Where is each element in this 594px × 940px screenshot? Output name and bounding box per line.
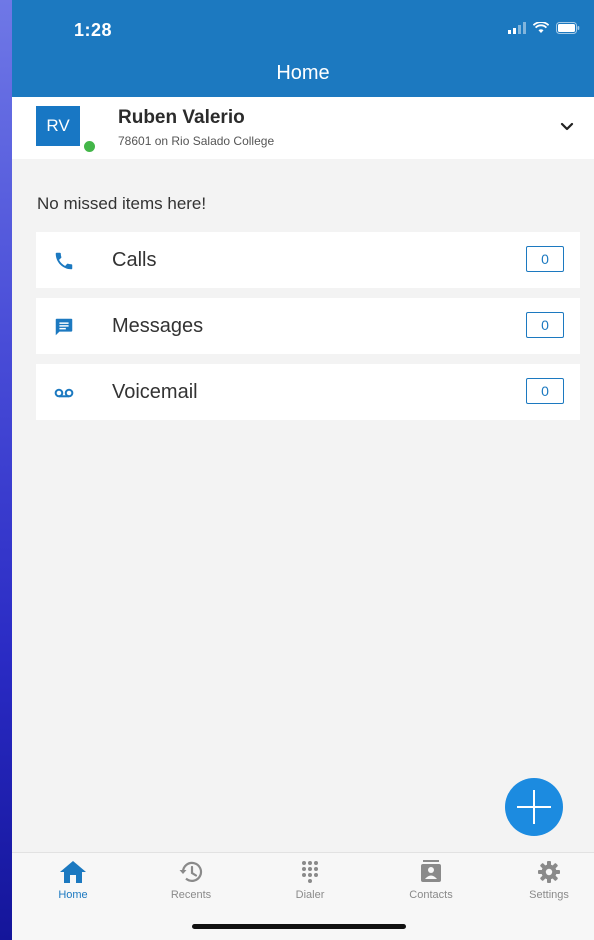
status-time: 1:28 — [74, 20, 113, 40]
missed-voicemail-row[interactable]: Voicemail 0 — [36, 364, 580, 420]
home-icon — [18, 859, 128, 885]
count-badge: 0 — [526, 312, 564, 338]
add-button[interactable] — [505, 778, 563, 836]
signal-icon — [508, 22, 526, 34]
status-icons — [508, 22, 580, 34]
message-icon — [52, 316, 76, 338]
wifi-icon — [533, 22, 549, 34]
gear-icon — [494, 859, 594, 885]
row-label: Messages — [112, 315, 204, 337]
chevron-down-icon[interactable] — [560, 119, 574, 137]
row-label: Calls — [112, 249, 157, 271]
tab-label: Home — [58, 889, 88, 901]
count-badge: 0 — [526, 378, 564, 404]
tab-settings[interactable]: Settings — [494, 859, 594, 901]
account-switcher[interactable]: RV Ruben Valerio 78601 on Rio Salado Col… — [12, 97, 594, 159]
history-icon — [136, 859, 246, 885]
missed-calls-row[interactable]: Calls 0 — [36, 232, 580, 288]
tab-dialer[interactable]: Dialer — [255, 859, 365, 901]
avatar: RV — [36, 106, 80, 146]
count-badge: 0 — [526, 246, 564, 272]
tab-label: Dialer — [295, 889, 325, 901]
tab-label: Settings — [529, 889, 569, 901]
tab-home[interactable]: Home — [18, 859, 128, 901]
missed-messages-row[interactable]: Messages 0 — [36, 298, 580, 354]
tab-label: Recents — [170, 889, 212, 901]
tab-contacts[interactable]: Contacts — [376, 859, 486, 901]
phone-icon — [52, 250, 76, 272]
tab-label: Contacts — [409, 889, 453, 901]
page-title: Home — [276, 62, 330, 84]
presence-indicator — [82, 139, 97, 154]
row-label: Voicemail — [112, 381, 198, 403]
tab-recents[interactable]: Recents — [136, 859, 246, 901]
missed-items-label: No missed items here! — [37, 194, 207, 213]
voicemail-icon — [52, 382, 76, 404]
app-header: 1:28 Home — [12, 0, 594, 97]
contacts-icon — [376, 859, 486, 885]
account-name: Ruben Valerio — [118, 107, 245, 128]
account-subtitle: 78601 on Rio Salado College — [118, 134, 275, 148]
battery-icon — [556, 22, 580, 34]
home-indicator — [192, 924, 406, 929]
dialpad-icon — [255, 859, 365, 885]
app-screen: 1:28 Home RV Ruben Valerio 78601 on Rio … — [12, 0, 594, 940]
